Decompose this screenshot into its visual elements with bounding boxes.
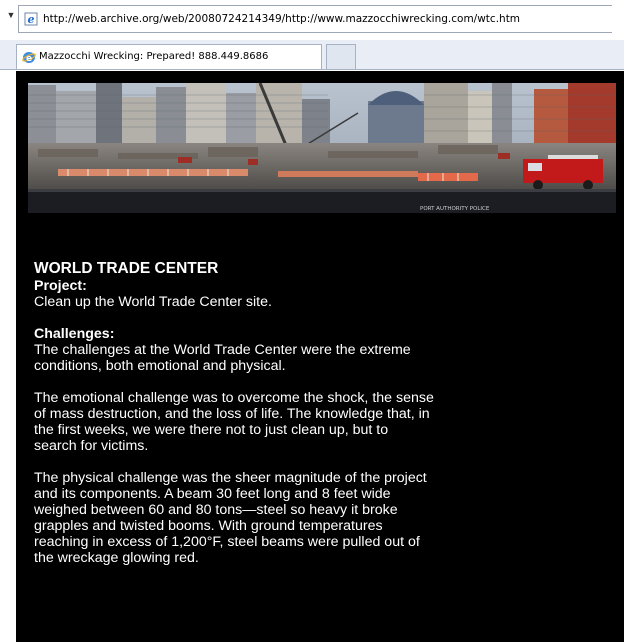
svg-text:e: e	[28, 13, 35, 26]
challenges-paragraph-3: The physical challenge was the sheer mag…	[34, 470, 427, 566]
page-viewport: PORT AUTHORITY POLICE WORLD TRADE CENTER…	[0, 71, 624, 642]
page-title: WORLD TRADE CENTER	[34, 260, 219, 277]
challenges-paragraph-1: The challenges at the World Trade Center…	[34, 342, 411, 374]
project-text: Clean up the World Trade Center site.	[34, 294, 272, 310]
article: WORLD TRADE CENTER Project: Clean up the…	[34, 260, 434, 566]
address-bar[interactable]: e http://web.archive.org/web/20080724214…	[18, 5, 612, 33]
ie-tab-icon: e	[22, 52, 36, 64]
tab-strip: e Mazzocchi Wrecking: Prepared! 888.449.…	[0, 40, 624, 70]
port-authority-sign: PORT AUTHORITY POLICE	[420, 206, 490, 212]
svg-text:e: e	[26, 54, 32, 64]
ie-page-icon: e	[24, 12, 38, 26]
new-tab-button[interactable]	[326, 44, 356, 69]
address-bar-row: ▼ e http://web.archive.org/web/200807242…	[0, 0, 624, 40]
ground-zero-banner-photo: PORT AUTHORITY POLICE	[28, 83, 616, 213]
tab-mazzocchi-wrecking[interactable]: e Mazzocchi Wrecking: Prepared! 888.449.…	[16, 44, 322, 69]
challenges-heading: Challenges:	[34, 326, 115, 342]
address-url[interactable]: http://web.archive.org/web/2008072421434…	[43, 13, 520, 25]
tab-title: Mazzocchi Wrecking: Prepared! 888.449.86…	[39, 51, 269, 62]
dropdown-arrow-icon[interactable]: ▼	[4, 8, 18, 22]
challenges-paragraph-2: The emotional challenge was to overcome …	[34, 390, 434, 454]
project-heading: Project:	[34, 278, 87, 294]
page-content: PORT AUTHORITY POLICE WORLD TRADE CENTER…	[16, 71, 624, 642]
